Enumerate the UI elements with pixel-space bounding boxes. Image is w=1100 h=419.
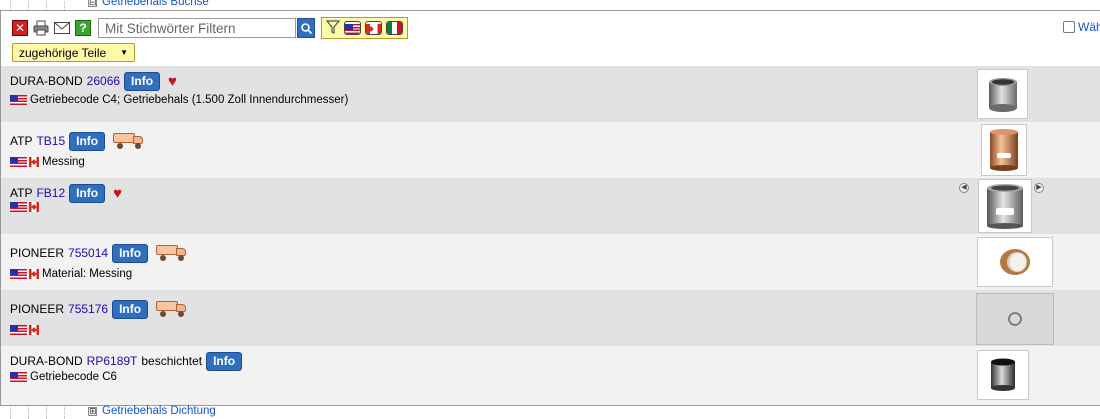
truck-icon[interactable] [156, 299, 188, 319]
previous-image-arrow-icon[interactable]: ◀ [959, 183, 969, 193]
part-row: DURA-BOND 26066 Info ♥ Getriebecode C4; … [1, 66, 1100, 122]
part-brand: PIONEER [10, 246, 65, 260]
print-icon[interactable] [33, 20, 49, 36]
tree-guides [10, 0, 82, 10]
part-brand: DURA-BOND [10, 74, 83, 88]
part-thumbnail[interactable] [977, 69, 1028, 119]
part-description: Getriebecode C6 [30, 371, 117, 383]
info-button[interactable]: Info [112, 243, 149, 263]
tree-node-label[interactable]: Getriebehals Buchse [102, 0, 209, 9]
truck-icon[interactable] [156, 243, 188, 263]
tree-node-label[interactable]: Getriebehals Dichtung [102, 405, 216, 418]
collapse-toggle-icon[interactable]: ⊟ [88, 0, 97, 7]
filter-icon[interactable] [325, 19, 341, 37]
part-number-link[interactable]: 755014 [68, 246, 108, 260]
checkbox-label: Wäh [1078, 20, 1100, 34]
part-thumbnail[interactable] [977, 237, 1053, 287]
ca-flag-icon [29, 202, 39, 212]
part-number-link[interactable]: 26066 [87, 74, 120, 88]
ca-flag-filter-button[interactable] [365, 21, 382, 35]
part-row: ATP TB15 Info Messing [1, 122, 1100, 178]
part-brand: ATP [10, 186, 33, 200]
part-description: Material: Messing [42, 268, 133, 280]
tree-node-getriebehals-dichtung[interactable]: ⊞ Getriebehals Dichtung [0, 405, 1100, 419]
related-parts-dropdown[interactable]: zugehörige Teile ▼ [12, 43, 135, 62]
close-icon[interactable]: ✕ [12, 20, 28, 36]
us-flag-icon [10, 95, 27, 105]
search-input[interactable]: Mit Stichwörter Filtern [98, 18, 296, 38]
us-flag-icon [10, 372, 27, 382]
us-flag-icon [10, 269, 27, 279]
info-button[interactable]: Info [206, 351, 243, 371]
part-number-link[interactable]: RP6189T [87, 354, 138, 368]
part-number-link[interactable]: FB12 [36, 186, 65, 200]
ca-flag-icon [29, 269, 39, 279]
mx-flag-filter-button[interactable] [386, 21, 403, 35]
checkbox-box[interactable] [1063, 21, 1075, 33]
us-flag-filter-button[interactable] [344, 21, 361, 35]
part-thumbnail[interactable] [976, 293, 1054, 345]
part-brand: ATP [10, 134, 33, 148]
us-flag-icon [10, 157, 27, 167]
expand-toggle-icon[interactable]: ⊞ [88, 407, 97, 416]
part-row: PIONEER 755014 Info Material: Messing [1, 234, 1100, 290]
part-thumbnail[interactable] [977, 350, 1029, 400]
chevron-down-icon: ▼ [120, 48, 128, 57]
truck-icon[interactable] [113, 131, 145, 151]
us-flag-icon [345, 23, 360, 34]
flag-filter-group [321, 17, 408, 39]
ca-flag-icon [29, 325, 39, 335]
mx-flag-icon [387, 22, 402, 34]
help-icon[interactable]: ? [75, 20, 91, 36]
info-button[interactable]: Info [124, 71, 161, 91]
part-thumbnail[interactable] [978, 179, 1032, 233]
us-flag-icon [10, 202, 27, 212]
part-row: PIONEER 755176 Info [1, 290, 1100, 346]
toolbar: ✕ ? Mit Stichwörter Filtern [12, 17, 408, 39]
tree-node-getriebehals-buchse[interactable]: ⊟ Getriebehals Buchse [0, 0, 1100, 10]
info-button[interactable]: Info [69, 183, 106, 203]
dropdown-label: zugehörige Teile [19, 45, 107, 60]
next-image-arrow-icon[interactable]: ▶ [1034, 183, 1044, 193]
part-description: Getriebecode C4; Getriebehals (1.500 Zol… [30, 94, 349, 106]
part-suffix: beschichtet [141, 354, 203, 368]
tree-guides [10, 405, 82, 419]
search-icon[interactable] [297, 18, 315, 38]
info-button[interactable]: Info [69, 131, 106, 151]
part-brand: PIONEER [10, 302, 65, 316]
part-number-link[interactable]: 755176 [68, 302, 108, 316]
part-brand: DURA-BOND [10, 354, 83, 368]
heart-icon[interactable]: ♥ [113, 185, 122, 202]
ca-flag-icon [366, 23, 381, 34]
mail-icon[interactable] [54, 20, 70, 36]
part-row: ATP FB12 Info ♥ ◀ ▶ [1, 178, 1100, 234]
part-thumbnail[interactable] [981, 124, 1027, 176]
part-number-link[interactable]: TB15 [36, 134, 65, 148]
heart-icon[interactable]: ♥ [168, 73, 177, 90]
select-all-checkbox[interactable]: Wäh [1063, 20, 1100, 34]
part-row: DURA-BOND RP6189T beschichtet Info Getri… [1, 346, 1100, 405]
us-flag-icon [10, 325, 27, 335]
ca-flag-icon [29, 157, 39, 167]
info-button[interactable]: Info [112, 299, 149, 319]
part-description: Messing [42, 156, 85, 168]
